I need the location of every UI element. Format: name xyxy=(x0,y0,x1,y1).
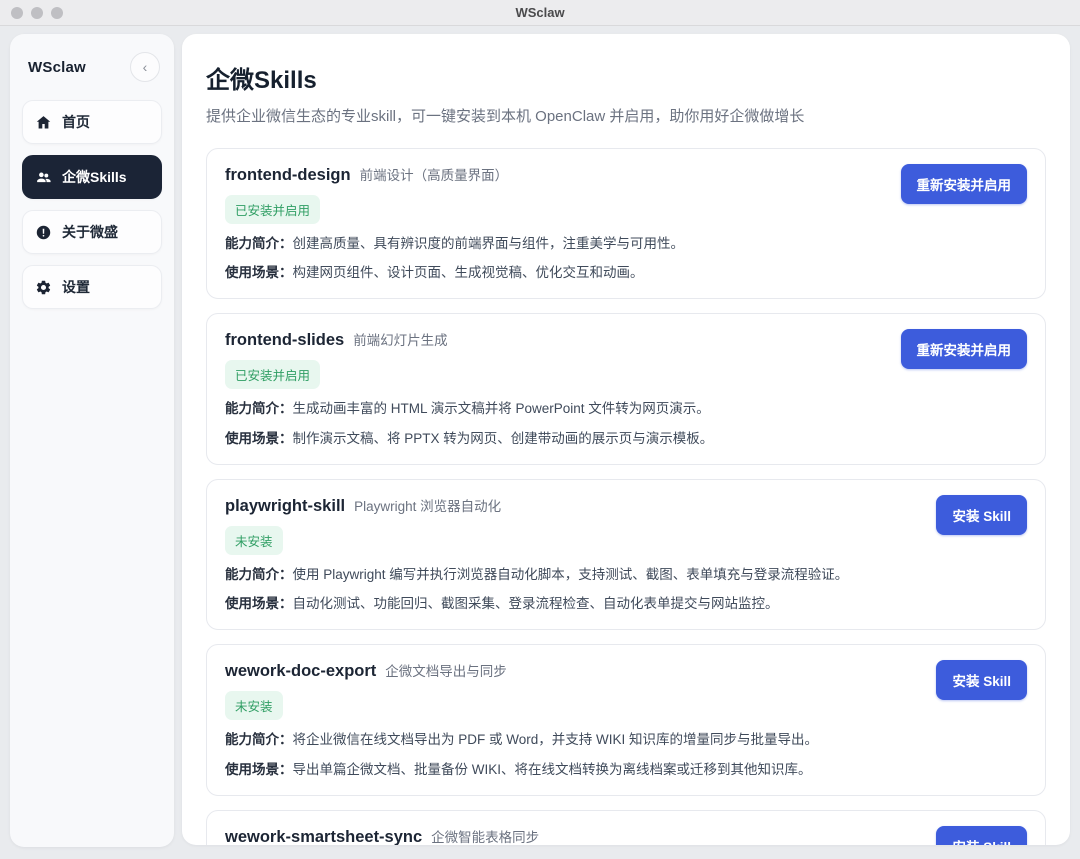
skill-name: frontend-design xyxy=(225,166,351,184)
skill-ability: 能力简介：创建高质量、具有辨识度的前端界面与组件，注重美学与可用性。 xyxy=(225,235,1027,253)
scene-label: 使用场景： xyxy=(225,761,293,777)
skill-card-frontend-slides: frontend-slides 前端幻灯片生成 已安装并启用 能力简介：生成动画… xyxy=(206,313,1046,465)
users-icon xyxy=(35,169,52,186)
install-skill-button[interactable]: 安装 Skill xyxy=(936,660,1027,701)
skill-tagline: 企微文档导出与同步 xyxy=(385,664,507,680)
workspace: WSclaw ‹ 首页 企微Skills 关于微盛 设置 企微Skills 提供… xyxy=(0,26,1080,859)
app-brand: WSclaw xyxy=(28,58,86,76)
skill-name: wework-smartsheet-sync xyxy=(225,827,423,845)
reinstall-enable-button[interactable]: 重新安装并启用 xyxy=(900,164,1027,204)
home-icon xyxy=(35,114,52,131)
skill-tagline: 前端幻灯片生成 xyxy=(353,333,448,349)
skill-ability: 能力简介：使用 Playwright 编写并执行浏览器自动化脚本，支持测试、截图… xyxy=(225,566,1027,584)
main-content: 企微Skills 提供企业微信生态的专业skill，可一键安装到本机 OpenC… xyxy=(182,34,1070,845)
ability-label: 能力简介： xyxy=(225,401,293,417)
sidebar-item-wework-skills[interactable]: 企微Skills xyxy=(22,155,162,199)
sidebar-item-about[interactable]: 关于微盛 xyxy=(22,210,162,254)
sidebar-nav: 首页 企微Skills 关于微盛 设置 xyxy=(22,100,162,309)
ability-text: 使用 Playwright 编写并执行浏览器自动化脚本，支持测试、截图、表单填充… xyxy=(292,566,849,582)
skill-ability: 能力简介：生成动画丰富的 HTML 演示文稿并将 PowerPoint 文件转为… xyxy=(225,400,1027,418)
scene-text: 构建网页组件、设计页面、生成视觉稿、优化交互和动画。 xyxy=(292,265,644,281)
install-skill-button[interactable]: 安装 Skill xyxy=(936,494,1027,535)
skill-name: wework-doc-export xyxy=(225,662,377,681)
sidebar-item-home[interactable]: 首页 xyxy=(22,100,162,144)
status-badge: 已安装并启用 xyxy=(225,195,321,224)
reinstall-enable-button[interactable]: 重新安装并启用 xyxy=(900,329,1027,370)
chevron-left-icon: ‹ xyxy=(142,59,148,75)
ability-label: 能力简介： xyxy=(225,566,293,582)
skill-scene: 使用场景：导出单篇企微文档、批量备份 WIKI、将在线文档转换为离线档案或迁移到… xyxy=(225,761,1027,779)
scene-label: 使用场景： xyxy=(225,596,293,612)
ability-text: 将企业微信在线文档导出为 PDF 或 Word，并支持 WIKI 知识库的增量同… xyxy=(292,732,819,748)
skill-tagline: 前端设计（高质量界面） xyxy=(359,168,509,183)
sidebar-item-label: 关于微盛 xyxy=(62,224,118,240)
alert-circle-icon xyxy=(35,224,52,241)
scene-text: 制作演示文稿、将 PPTX 转为网页、创建带动画的展示页与演示模板。 xyxy=(292,430,714,446)
ability-text: 创建高质量、具有辨识度的前端界面与组件，注重美学与可用性。 xyxy=(292,236,685,251)
skill-tagline: Playwright 浏览器自动化 xyxy=(354,498,502,514)
ability-label: 能力简介： xyxy=(225,236,293,251)
skill-ability: 能力简介：将企业微信在线文档导出为 PDF 或 Word，并支持 WIKI 知识… xyxy=(225,731,1027,749)
page-subtitle: 提供企业微信生态的专业skill，可一键安装到本机 OpenClaw 并启用，助… xyxy=(206,108,805,125)
sidebar: WSclaw ‹ 首页 企微Skills 关于微盛 设置 xyxy=(10,34,174,847)
sidebar-item-settings[interactable]: 设置 xyxy=(22,265,162,309)
skill-scene: 使用场景：自动化测试、功能回归、截图采集、登录流程检查、自动化表单提交与网站监控… xyxy=(225,595,1027,613)
skill-card-list: frontend-design 前端设计（高质量界面） 已安装并启用 能力简介：… xyxy=(206,148,1046,845)
sidebar-item-label: 企微Skills xyxy=(62,169,127,185)
page-title: 企微Skills xyxy=(206,67,317,94)
skill-scene: 使用场景：制作演示文稿、将 PPTX 转为网页、创建带动画的展示页与演示模板。 xyxy=(225,430,1027,448)
scene-text: 导出单篇企微文档、批量备份 WIKI、将在线文档转换为离线档案或迁移到其他知识库… xyxy=(292,761,812,777)
sidebar-item-label: 设置 xyxy=(62,279,90,295)
window-titlebar: WSclaw xyxy=(0,0,1080,26)
ability-text: 生成动画丰富的 HTML 演示文稿并将 PowerPoint 文件转为网页演示。 xyxy=(292,401,710,417)
window-title: WSclaw xyxy=(515,5,565,20)
skill-name: playwright-skill xyxy=(225,496,346,515)
skill-card-wework-doc-export: wework-doc-export 企微文档导出与同步 未安装 能力简介：将企业… xyxy=(206,644,1046,796)
status-badge: 未安装 xyxy=(225,525,283,555)
skill-card-wework-smartsheet-sync: wework-smartsheet-sync 企微智能表格同步 未安装 能力简介… xyxy=(206,809,1046,845)
scene-label: 使用场景： xyxy=(225,265,293,281)
skill-scene: 使用场景：构建网页组件、设计页面、生成视觉稿、优化交互和动画。 xyxy=(225,264,1027,282)
sidebar-item-label: 首页 xyxy=(62,114,90,130)
gear-icon xyxy=(35,279,52,296)
status-badge: 已安装并启用 xyxy=(225,360,321,390)
scene-label: 使用场景： xyxy=(225,430,293,446)
skill-name: frontend-slides xyxy=(225,331,345,350)
skill-card-frontend-design: frontend-design 前端设计（高质量界面） 已安装并启用 能力简介：… xyxy=(206,148,1046,300)
install-skill-button[interactable]: 安装 Skill xyxy=(936,825,1027,845)
status-badge: 未安装 xyxy=(225,691,283,721)
skill-tagline: 企微智能表格同步 xyxy=(431,829,540,845)
skill-card-playwright-skill: playwright-skill Playwright 浏览器自动化 未安装 能… xyxy=(206,478,1046,631)
sidebar-collapse-button[interactable]: ‹ xyxy=(130,52,160,82)
ability-label: 能力简介： xyxy=(225,732,293,748)
scene-text: 自动化测试、功能回归、截图采集、登录流程检查、自动化表单提交与网站监控。 xyxy=(292,596,779,612)
